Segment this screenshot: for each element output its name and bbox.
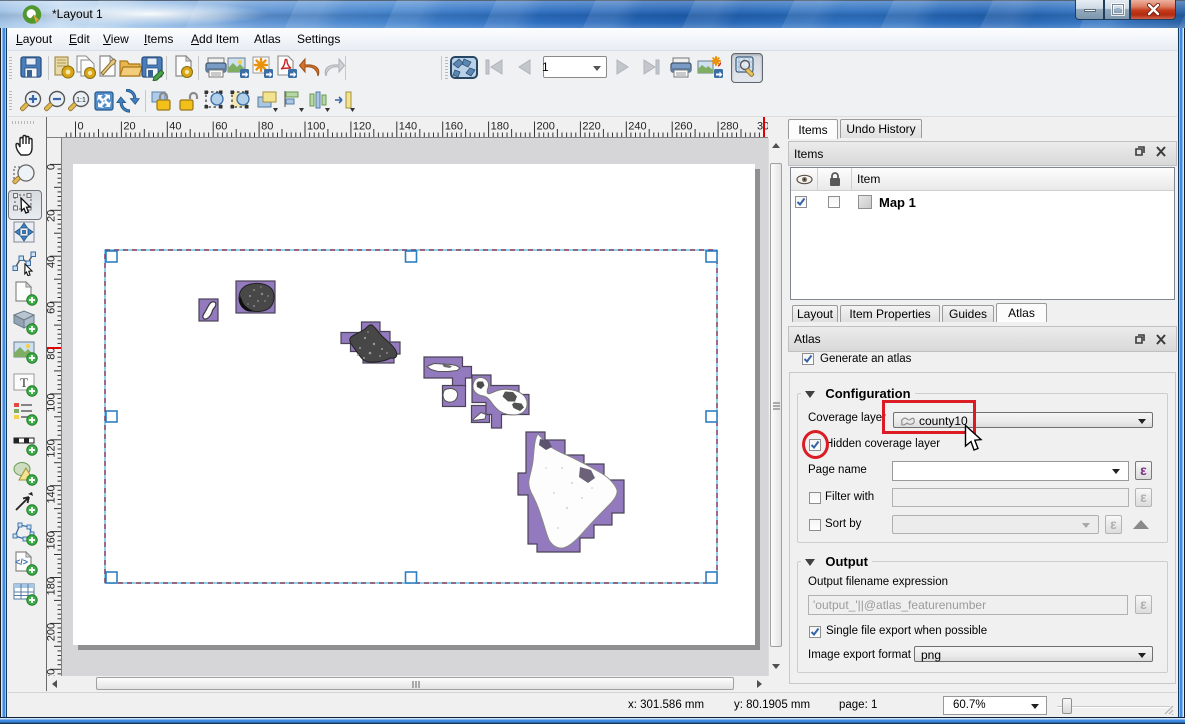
svg-text:100: 100 [307,121,325,133]
svg-text:160: 160 [445,121,463,133]
svg-text:120: 120 [46,439,58,457]
svg-text:20: 20 [123,121,135,133]
svg-text:180: 180 [46,577,58,595]
svg-text:40: 40 [169,121,181,133]
svg-text:80: 80 [46,348,58,360]
svg-text:180: 180 [491,121,509,133]
svg-text:200: 200 [46,623,58,641]
svg-text:60: 60 [46,302,58,314]
svg-text:140: 140 [46,485,58,503]
svg-text:60: 60 [215,121,227,133]
svg-text:80: 80 [261,121,273,133]
svg-text:200: 200 [537,121,555,133]
svg-text:220: 220 [582,121,600,133]
svg-text:1:1: 1:1 [76,97,86,104]
svg-text:100: 100 [46,393,58,411]
svg-text:T: T [20,375,28,390]
svg-text:300: 300 [757,121,768,133]
svg-text:20: 20 [46,210,58,222]
svg-text:120: 120 [353,121,371,133]
svg-text:260: 260 [674,121,692,133]
svg-text:0: 0 [78,121,84,133]
svg-text:240: 240 [628,121,646,133]
svg-text:160: 160 [46,531,58,549]
svg-text:140: 140 [399,121,417,133]
svg-text:0: 0 [46,164,58,170]
svg-text:280: 280 [720,121,738,133]
svg-text:40: 40 [46,256,58,268]
svg-text:</>: </> [15,557,28,567]
